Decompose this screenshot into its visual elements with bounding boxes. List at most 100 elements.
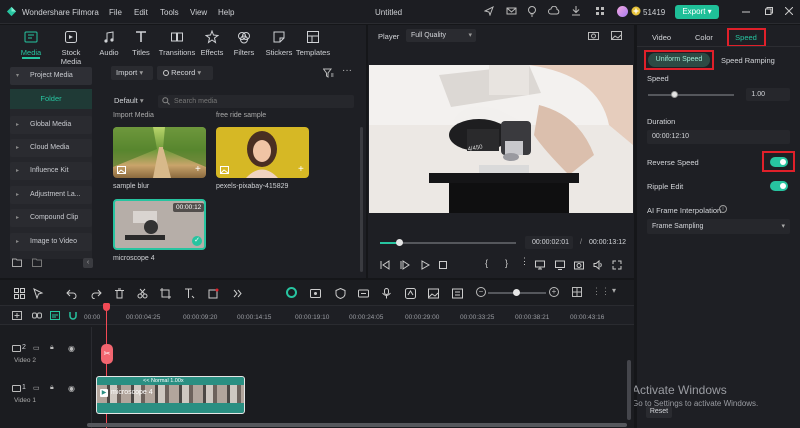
shield-icon[interactable] <box>335 288 346 299</box>
track-lock-icon[interactable]: 🔒︎ <box>50 384 54 392</box>
new-folder-icon[interactable] <box>12 258 22 267</box>
folder-icon[interactable] <box>32 258 42 267</box>
reset-button[interactable]: Reset <box>646 406 672 418</box>
menu-tools[interactable]: Tools <box>160 8 179 17</box>
menu-help[interactable]: Help <box>218 8 234 17</box>
avatar[interactable] <box>617 6 628 17</box>
play-frame-icon[interactable] <box>400 260 410 270</box>
speed-slider-track[interactable] <box>648 94 734 96</box>
sidebar-item-image-to-video[interactable]: ▸ Image to Video <box>10 233 92 251</box>
more-options-icon[interactable]: ⋮ <box>520 256 529 267</box>
tab-templates[interactable]: Templates <box>293 30 333 57</box>
volume-icon[interactable] <box>593 260 603 270</box>
add-to-timeline-icon[interactable]: + <box>195 164 201 175</box>
split-marker[interactable]: ✂ <box>101 344 113 364</box>
undo-icon[interactable] <box>66 288 77 299</box>
link-icon[interactable] <box>32 311 42 320</box>
zoom-knob[interactable] <box>513 289 520 296</box>
camera-icon[interactable] <box>574 260 584 270</box>
track-eye-icon[interactable]: ◉ <box>68 344 75 353</box>
track-folder-icon[interactable]: ▭ <box>33 384 40 392</box>
timeline-vscroll[interactable] <box>627 360 631 420</box>
timeline-hscroll[interactable] <box>87 423 627 427</box>
crop-icon[interactable] <box>160 288 171 299</box>
mic-icon[interactable] <box>381 288 392 299</box>
speed-slider-knob[interactable] <box>670 91 678 98</box>
media-thumb-sample-blur[interactable]: + <box>113 127 206 178</box>
zoom-in-icon[interactable]: + <box>549 287 559 297</box>
track-eye-icon[interactable]: ◉ <box>68 384 75 393</box>
media-thumb-pexels[interactable]: + <box>216 127 309 178</box>
tab-transitions[interactable]: Transitions <box>157 30 197 57</box>
duration-field[interactable]: 00:00:12:10 <box>647 130 790 144</box>
menu-view[interactable]: View <box>190 8 207 17</box>
playhead-handle[interactable] <box>103 303 110 311</box>
sidebar-item-compound-clip[interactable]: ▸ Compound Clip <box>10 209 92 227</box>
cut-icon[interactable] <box>137 288 148 299</box>
download-icon[interactable] <box>571 5 581 16</box>
menu-file[interactable]: File <box>109 8 122 17</box>
export-button[interactable]: Export ▾ <box>675 5 719 19</box>
more-icon[interactable]: ··· <box>342 65 352 76</box>
player-progress-knob[interactable] <box>396 239 404 246</box>
select-tool-icon[interactable] <box>33 288 44 299</box>
sidebar-folder[interactable]: Folder <box>10 89 92 109</box>
tab-stock-media[interactable]: Stock Media <box>51 30 91 66</box>
prev-frame-icon[interactable] <box>380 260 390 270</box>
tab-filters[interactable]: Filters <box>224 30 264 57</box>
track-lock-icon[interactable]: 🔒︎ <box>50 344 54 352</box>
display-icon[interactable] <box>535 260 545 270</box>
quality-dropdown[interactable]: Full Quality ▾ <box>406 29 476 42</box>
tab-color[interactable]: Color <box>695 33 713 42</box>
speed-value-field[interactable]: 1.00 <box>746 88 790 101</box>
add-to-timeline-icon[interactable]: + <box>298 164 304 175</box>
minimize-icon[interactable] <box>742 8 750 16</box>
menu-edit[interactable]: Edit <box>134 8 148 17</box>
restore-icon[interactable] <box>765 7 773 15</box>
text-icon[interactable] <box>184 288 195 299</box>
mark-out-icon[interactable]: } <box>505 258 508 268</box>
tab-video[interactable]: Video <box>652 33 671 42</box>
record-button[interactable]: Record ▾ <box>157 66 213 80</box>
more-tools-icon[interactable] <box>232 288 243 299</box>
ripple-edit-toggle[interactable] <box>770 181 788 191</box>
sidebar-item-adjustment-la[interactable]: ▸ Adjustment La... <box>10 186 92 204</box>
sidebar-item-global-media[interactable]: ▸ Global Media <box>10 116 92 134</box>
subtitle-track-icon[interactable] <box>50 311 60 320</box>
snapshot-icon[interactable] <box>588 31 599 40</box>
cloud-icon[interactable] <box>548 6 560 16</box>
scene-icon[interactable] <box>310 288 321 299</box>
grid-layout-icon[interactable] <box>572 287 582 297</box>
tab-titles[interactable]: Titles <box>121 30 161 57</box>
sidebar-item-influence-kit[interactable]: ▸ Influence Kit <box>10 162 92 180</box>
record-voice-button[interactable] <box>286 287 297 298</box>
sidebar-item-cloud-media[interactable]: ▸ Cloud Media <box>10 139 92 157</box>
add-track-icon[interactable] <box>12 311 22 320</box>
magnet-icon[interactable] <box>68 311 78 321</box>
delete-icon[interactable] <box>114 288 125 299</box>
zoom-out-icon[interactable]: − <box>476 287 486 297</box>
filter-icon[interactable] <box>323 68 334 78</box>
track-folder-icon[interactable]: ▭ <box>33 344 40 352</box>
subtab-speed-ramping[interactable]: Speed Ramping <box>721 56 795 65</box>
mail-icon[interactable] <box>506 6 517 16</box>
import-button[interactable]: Import ▾ <box>111 66 153 80</box>
bulb-icon[interactable] <box>527 5 537 17</box>
info-icon[interactable]: i <box>719 205 727 213</box>
monitor-icon[interactable] <box>555 260 565 270</box>
stop-icon[interactable] <box>438 260 448 270</box>
ai-audio-icon[interactable] <box>405 288 416 299</box>
grid-icon[interactable] <box>595 6 605 16</box>
ai-interpolation-dropdown[interactable]: Frame Sampling ▾ <box>647 219 790 234</box>
image-view-icon[interactable] <box>611 31 622 40</box>
sidebar-project-media[interactable]: ▾ Project Media <box>10 67 92 85</box>
timeline-more-icon[interactable]: ⋮⋮ <box>592 286 610 297</box>
play-icon[interactable] <box>420 260 430 270</box>
tab-media[interactable]: Media <box>11 30 51 57</box>
search-input[interactable]: Search media <box>174 98 217 105</box>
collapse-sidebar-button[interactable]: ‹ <box>83 258 93 268</box>
replace-icon[interactable] <box>452 288 463 299</box>
media-scrollbar[interactable] <box>360 127 363 272</box>
fullscreen-icon[interactable] <box>612 260 622 270</box>
close-icon[interactable] <box>785 7 793 15</box>
